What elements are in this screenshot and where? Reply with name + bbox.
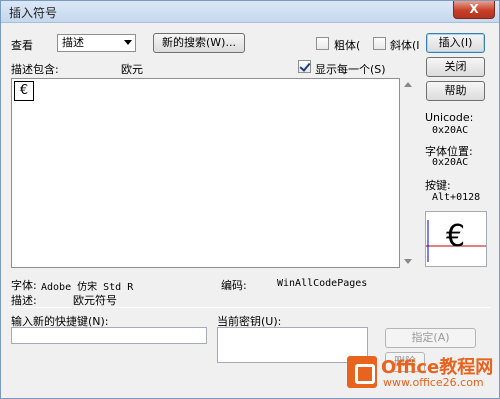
divider — [9, 307, 491, 308]
title-bar[interactable]: 插入符号 X — [1, 1, 499, 23]
grid-scrollbar[interactable] — [401, 78, 415, 268]
show-each-checkbox[interactable] — [298, 60, 311, 73]
watermark-url: www.office26.com — [383, 376, 484, 389]
help-button[interactable]: 帮助 — [426, 81, 485, 101]
selected-char-cell[interactable]: € — [14, 81, 34, 101]
char-preview: € — [425, 211, 487, 267]
scroll-down-icon[interactable] — [404, 259, 412, 264]
unicode-value: 0x20AC — [432, 125, 469, 136]
new-search-button[interactable]: 新的搜索(W)... — [153, 33, 245, 53]
unicode-label: Unicode: — [425, 111, 474, 124]
font-label: 字体: — [11, 279, 37, 292]
assign-button[interactable]: 指定(A) — [385, 328, 476, 348]
font-position-value: 0x20AC — [432, 157, 469, 168]
keystroke-label: 按键: — [425, 179, 451, 192]
italic-checkbox[interactable] — [373, 37, 386, 50]
character-grid[interactable]: € — [11, 78, 400, 268]
view-select[interactable]: 描述 — [57, 34, 136, 52]
show-each-label: 显示每一个(S) — [315, 63, 386, 76]
bold-checkbox[interactable] — [316, 37, 329, 50]
keystroke-value: Alt+0128 — [432, 192, 481, 203]
insert-symbol-dialog: 插入符号 X 查看 描述 新的搜索(W)... 粗体( 斜体(I 插入(I) 描… — [0, 0, 500, 399]
insert-button[interactable]: 插入(I) — [426, 33, 485, 53]
chevron-down-icon — [124, 40, 132, 45]
scroll-up-icon[interactable] — [404, 82, 412, 87]
office-logo-icon — [347, 356, 377, 388]
bold-label: 粗体( — [334, 39, 361, 52]
description-label: 描述: — [11, 294, 37, 307]
view-label: 查看 — [11, 39, 33, 52]
watermark: Office教程网 www.office26.com — [337, 346, 499, 398]
window-title: 插入符号 — [9, 6, 58, 20]
preview-char: € — [446, 219, 466, 254]
new-shortcut-input[interactable] — [11, 327, 207, 344]
description-value: 欧元符号 — [73, 294, 117, 307]
description-contains-label: 描述包含: — [11, 63, 59, 76]
window-close-button[interactable]: X — [453, 1, 495, 19]
description-contains-value: 欧元 — [121, 63, 143, 76]
encoding-value: WinAllCodePages — [277, 278, 368, 289]
encoding-label: 编码: — [221, 279, 247, 292]
italic-label: 斜体(I — [390, 39, 420, 52]
view-select-value: 描述 — [62, 36, 84, 49]
close-button[interactable]: 关闭 — [426, 57, 485, 77]
font-value: Adobe 仿宋 Std R — [41, 282, 134, 293]
